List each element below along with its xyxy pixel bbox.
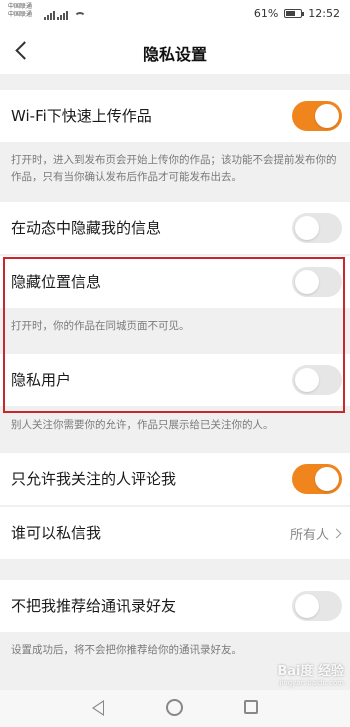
battery-percent: 61% [253,7,279,20]
status-bar: 中国联通 中国联通 61% 12:52 [0,0,350,28]
nav-bar: 隐私设置 [0,28,350,74]
carrier-1: 中国联通 [8,3,33,10]
status-right: 61% 12:52 [254,7,340,20]
watermark: Bai度 经验 jingyan.baidu.com [277,660,344,687]
hide-location-toggle[interactable] [292,267,342,297]
setting-label: 不把我推荐给通讯录好友 [11,597,177,615]
setting-row-no-recommend-contacts[interactable]: 不把我推荐给通讯录好友 [0,580,350,632]
setting-label: 隐私用户 [11,371,72,389]
signal-icons [44,8,86,20]
system-nav-bar [0,690,350,727]
private-user-toggle[interactable] [292,365,342,395]
setting-row-hide-location[interactable]: 隐藏位置信息 [0,256,350,308]
comment-followed-only-toggle[interactable] [292,464,342,494]
signal-icon [44,11,55,20]
setting-label: 只允许我关注的人评论我 [11,470,177,488]
page-title: 隐私设置 [142,45,207,64]
setting-label: 谁可以私信我 [11,524,102,542]
who-can-message-value: 所有人 [289,524,342,543]
private-user-description: 别人关注你需要你的允许，作品只展示给已关注你的人。 [11,419,274,431]
watermark-sub: jingyan.baidu.com [279,679,344,687]
no-recommend-contacts-toggle[interactable] [292,591,342,621]
nav-back-icon[interactable] [92,700,104,716]
watermark-main: Bai度 经验 [277,664,344,679]
clock: 12:52 [308,7,340,20]
wifi-upload-description: 打开时，进入到发布页会开始上传你的作品；该功能不会提前发布你的作品，只有当你确认… [11,154,337,183]
hide-activity-toggle[interactable] [292,213,342,243]
setting-label: 隐藏位置信息 [11,273,102,291]
selected-value: 所有人 [289,528,329,543]
signal-icon [57,11,68,20]
nav-home-icon[interactable] [166,699,183,716]
setting-row-who-can-message[interactable]: 谁可以私信我 所有人 [0,507,350,559]
no-recommend-description: 设置成功后，将不会把你推荐给你的通讯录好友。 [11,644,242,656]
chevron-right-icon [331,528,342,539]
carrier-labels: 中国联通 中国联通 [8,3,32,19]
setting-row-private-user[interactable]: 隐私用户 [0,354,350,406]
setting-label: 在动态中隐藏我的信息 [11,219,162,237]
setting-row-wifi-upload[interactable]: Wi-Fi下快速上传作品 [0,90,350,142]
battery-fill [286,11,295,16]
wifi-icon [74,12,86,21]
hide-location-description: 打开时，你的作品在同城页面不可见。 [11,320,190,332]
setting-row-comment-followed-only[interactable]: 只允许我关注的人评论我 [0,453,350,505]
carrier-2: 中国联通 [8,11,33,18]
nav-recent-icon[interactable] [244,700,258,714]
battery-icon [284,9,305,18]
setting-label: Wi-Fi下快速上传作品 [11,107,152,125]
wifi-upload-toggle[interactable] [292,101,342,131]
setting-row-hide-activity[interactable]: 在动态中隐藏我的信息 [0,202,350,254]
